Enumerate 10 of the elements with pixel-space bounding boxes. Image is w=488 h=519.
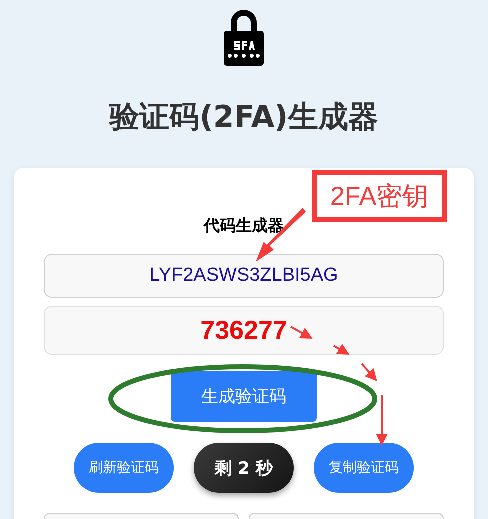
annotation-label: 2FA密钥 [312,170,447,222]
generate-button[interactable]: 生成验证码 [171,371,317,422]
secret-key-field[interactable]: LYF2ASWS3ZLBI5AG [44,254,444,298]
card-heading: 代码生成器 [204,215,284,237]
page-title: 验证码(2FA)生成器 [110,100,378,136]
code-display: 736277 [44,306,444,355]
countdown-timer: 剩 2 秒 [194,443,294,493]
action-button[interactable]: 复制验证码 [314,443,414,493]
padlock-icon [222,8,266,66]
action-button[interactable]: 刷新验证码 [74,443,174,493]
